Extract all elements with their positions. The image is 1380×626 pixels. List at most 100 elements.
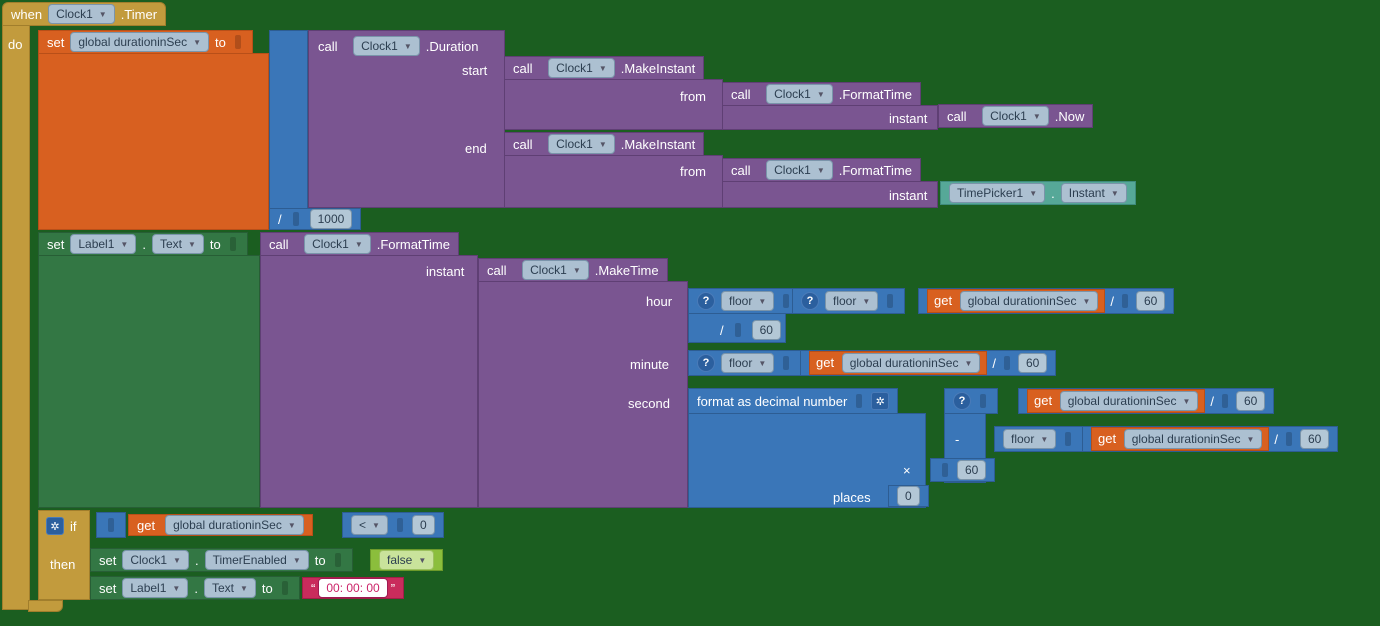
to-label: to — [315, 553, 326, 568]
set-timerenabled[interactable]: set Clock1▼ . TimerEnabled▼ to — [90, 548, 353, 572]
start-label: start — [462, 63, 487, 78]
event-when-clock-timer[interactable]: when Clock1▼ .Timer — [2, 2, 166, 26]
get-block[interactable]: get global durationinSec▼ — [1091, 427, 1269, 451]
floor-dropdown[interactable]: floor▼ — [721, 291, 774, 311]
timepicker-instant[interactable]: TimePicker1▼ . Instant▼ — [940, 181, 1136, 205]
second-floor[interactable]: floor▼ — [994, 426, 1083, 452]
call-label: call — [947, 109, 967, 124]
num-60[interactable]: 60 — [957, 460, 986, 480]
minute-get-div60[interactable]: get global durationinSec▼ / 60 — [800, 350, 1056, 376]
lt-dropdown[interactable]: <▼ — [351, 515, 388, 535]
call-formattime-start[interactable]: call Clock1▼ .FormatTime — [722, 82, 921, 106]
floor-dropdown[interactable]: floor▼ — [825, 291, 878, 311]
var-dropdown[interactable]: global durationinSec▼ — [1124, 429, 1263, 449]
hour-floor-outer[interactable]: ? floor▼ — [688, 288, 801, 314]
second-get-div60-b[interactable]: get global durationinSec▼ / 60 — [1082, 426, 1338, 452]
string-value[interactable]: 00: 00: 00 — [318, 578, 387, 598]
call-formattime-end[interactable]: call Clock1▼ .FormatTime — [722, 158, 921, 182]
math-div-block[interactable] — [269, 30, 308, 230]
get-block[interactable]: get global durationinSec▼ — [1027, 389, 1205, 413]
help-icon[interactable]: ? — [953, 392, 971, 410]
set-global-duration[interactable]: set global durationinSec▼ to — [38, 30, 253, 54]
second-math-row1[interactable]: ? — [944, 388, 998, 414]
floor-dropdown[interactable]: floor▼ — [1003, 429, 1056, 449]
clock1-dropdown-3[interactable]: Clock1▼ — [548, 58, 615, 78]
num-60[interactable]: 60 — [1018, 353, 1047, 373]
div-label: / — [1110, 294, 1114, 309]
call-maketime[interactable]: call Clock1▼ .MakeTime — [478, 258, 668, 282]
clock1-dropdown-te[interactable]: Clock1▼ — [122, 550, 189, 570]
if-header[interactable]: ✲ if — [46, 517, 77, 535]
floor-dropdown[interactable]: floor▼ — [721, 353, 774, 373]
clock1-dropdown-8[interactable]: Clock1▼ — [304, 234, 371, 254]
end-label: end — [465, 141, 487, 156]
gear-icon[interactable]: ✲ — [871, 392, 889, 410]
call-makeinstant-start[interactable]: call Clock1▼ .MakeInstant — [504, 56, 704, 80]
places-value[interactable]: 0 — [888, 485, 929, 507]
instant-label-2: instant — [889, 188, 927, 203]
clock1-dropdown-5[interactable]: Clock1▼ — [982, 106, 1049, 126]
num-60[interactable]: 60 — [752, 320, 781, 340]
num-60[interactable]: 60 — [1300, 429, 1329, 449]
lt-block[interactable]: <▼ 0 — [342, 512, 444, 538]
var-global-duration-dropdown[interactable]: global durationinSec▼ — [70, 32, 209, 52]
label1-dropdown-2[interactable]: Label1▼ — [122, 578, 188, 598]
label1-dropdown[interactable]: Label1▼ — [70, 234, 136, 254]
mult-60[interactable]: 60 — [930, 458, 995, 482]
num-60[interactable]: 60 — [1236, 391, 1265, 411]
instant-dropdown[interactable]: Instant▼ — [1061, 183, 1127, 203]
text-dropdown-2[interactable]: Text▼ — [204, 578, 256, 598]
get-block[interactable]: get global durationinSec▼ — [927, 289, 1105, 313]
hour-get-div60[interactable]: get global durationinSec▼ / 60 — [918, 288, 1174, 314]
clock1-dropdown-7[interactable]: Clock1▼ — [766, 160, 833, 180]
call-formattime-outer[interactable]: call Clock1▼ .FormatTime — [260, 232, 459, 256]
gear-icon[interactable]: ✲ — [46, 517, 64, 535]
if-condition-wrap[interactable] — [96, 512, 126, 538]
second-format-decimal[interactable]: format as decimal number ✲ — [688, 388, 898, 414]
set-label1-text-zero[interactable]: set Label1▼ . Text▼ to — [90, 576, 300, 600]
hour-div60-outer[interactable]: / 60 — [720, 320, 781, 340]
call-now[interactable]: call Clock1▼ .Now — [938, 104, 1093, 128]
makeinstant-suffix: .MakeInstant — [621, 61, 695, 76]
div-1000[interactable]: / 1000 — [269, 208, 361, 230]
second-get-div60-a[interactable]: get global durationinSec▼ / 60 — [1018, 388, 1274, 414]
var-dropdown[interactable]: global durationinSec▼ — [1060, 391, 1199, 411]
call-makeinstant-end[interactable]: call Clock1▼ .MakeInstant — [504, 132, 704, 156]
get-label: get — [934, 293, 952, 308]
now-suffix: .Now — [1055, 109, 1085, 124]
clock1-dropdown-4[interactable]: Clock1▼ — [766, 84, 833, 104]
num-0[interactable]: 0 — [412, 515, 435, 535]
hour-floor-inner[interactable]: ? floor▼ — [792, 288, 905, 314]
text-string-block[interactable]: “ 00: 00: 00 ” — [302, 577, 404, 599]
call-duration-header[interactable]: call Clock1▼ .Duration — [318, 36, 479, 56]
set-label: set — [99, 581, 116, 596]
var-dropdown[interactable]: global durationinSec▼ — [165, 515, 304, 535]
num-0[interactable]: 0 — [897, 486, 920, 506]
get-duration-cond[interactable]: get global durationinSec▼ — [128, 514, 313, 536]
help-icon[interactable]: ? — [697, 292, 715, 310]
timepicker1-dropdown[interactable]: TimePicker1▼ — [949, 183, 1045, 203]
var-dropdown[interactable]: global durationinSec▼ — [960, 291, 1099, 311]
dot-label: . — [1051, 186, 1055, 201]
help-icon[interactable]: ? — [697, 354, 715, 372]
clock1-dropdown[interactable]: Clock1▼ — [48, 4, 115, 24]
if-label: if — [70, 519, 77, 534]
timerenabled-dropdown[interactable]: TimerEnabled▼ — [205, 550, 309, 570]
num-60[interactable]: 60 — [1136, 291, 1165, 311]
set-label: set — [47, 35, 64, 50]
clock1-dropdown-2[interactable]: Clock1▼ — [353, 36, 420, 56]
get-block[interactable]: get global durationinSec▼ — [809, 351, 987, 375]
help-icon[interactable]: ? — [801, 292, 819, 310]
clock1-dropdown-6[interactable]: Clock1▼ — [548, 134, 615, 154]
text-dropdown[interactable]: Text▼ — [152, 234, 204, 254]
get-label: get — [137, 518, 155, 533]
set-label1-text[interactable]: set Label1▼ . Text▼ to — [38, 232, 248, 256]
false-block[interactable]: false▼ — [370, 549, 443, 571]
places-label: places — [833, 490, 871, 505]
var-dropdown[interactable]: global durationinSec▼ — [842, 353, 981, 373]
event-body-spine — [2, 25, 30, 610]
false-dropdown[interactable]: false▼ — [379, 550, 434, 570]
clock1-dropdown-9[interactable]: Clock1▼ — [522, 260, 589, 280]
num-1000[interactable]: 1000 — [310, 209, 353, 229]
minute-floor[interactable]: ? floor▼ — [688, 350, 801, 376]
